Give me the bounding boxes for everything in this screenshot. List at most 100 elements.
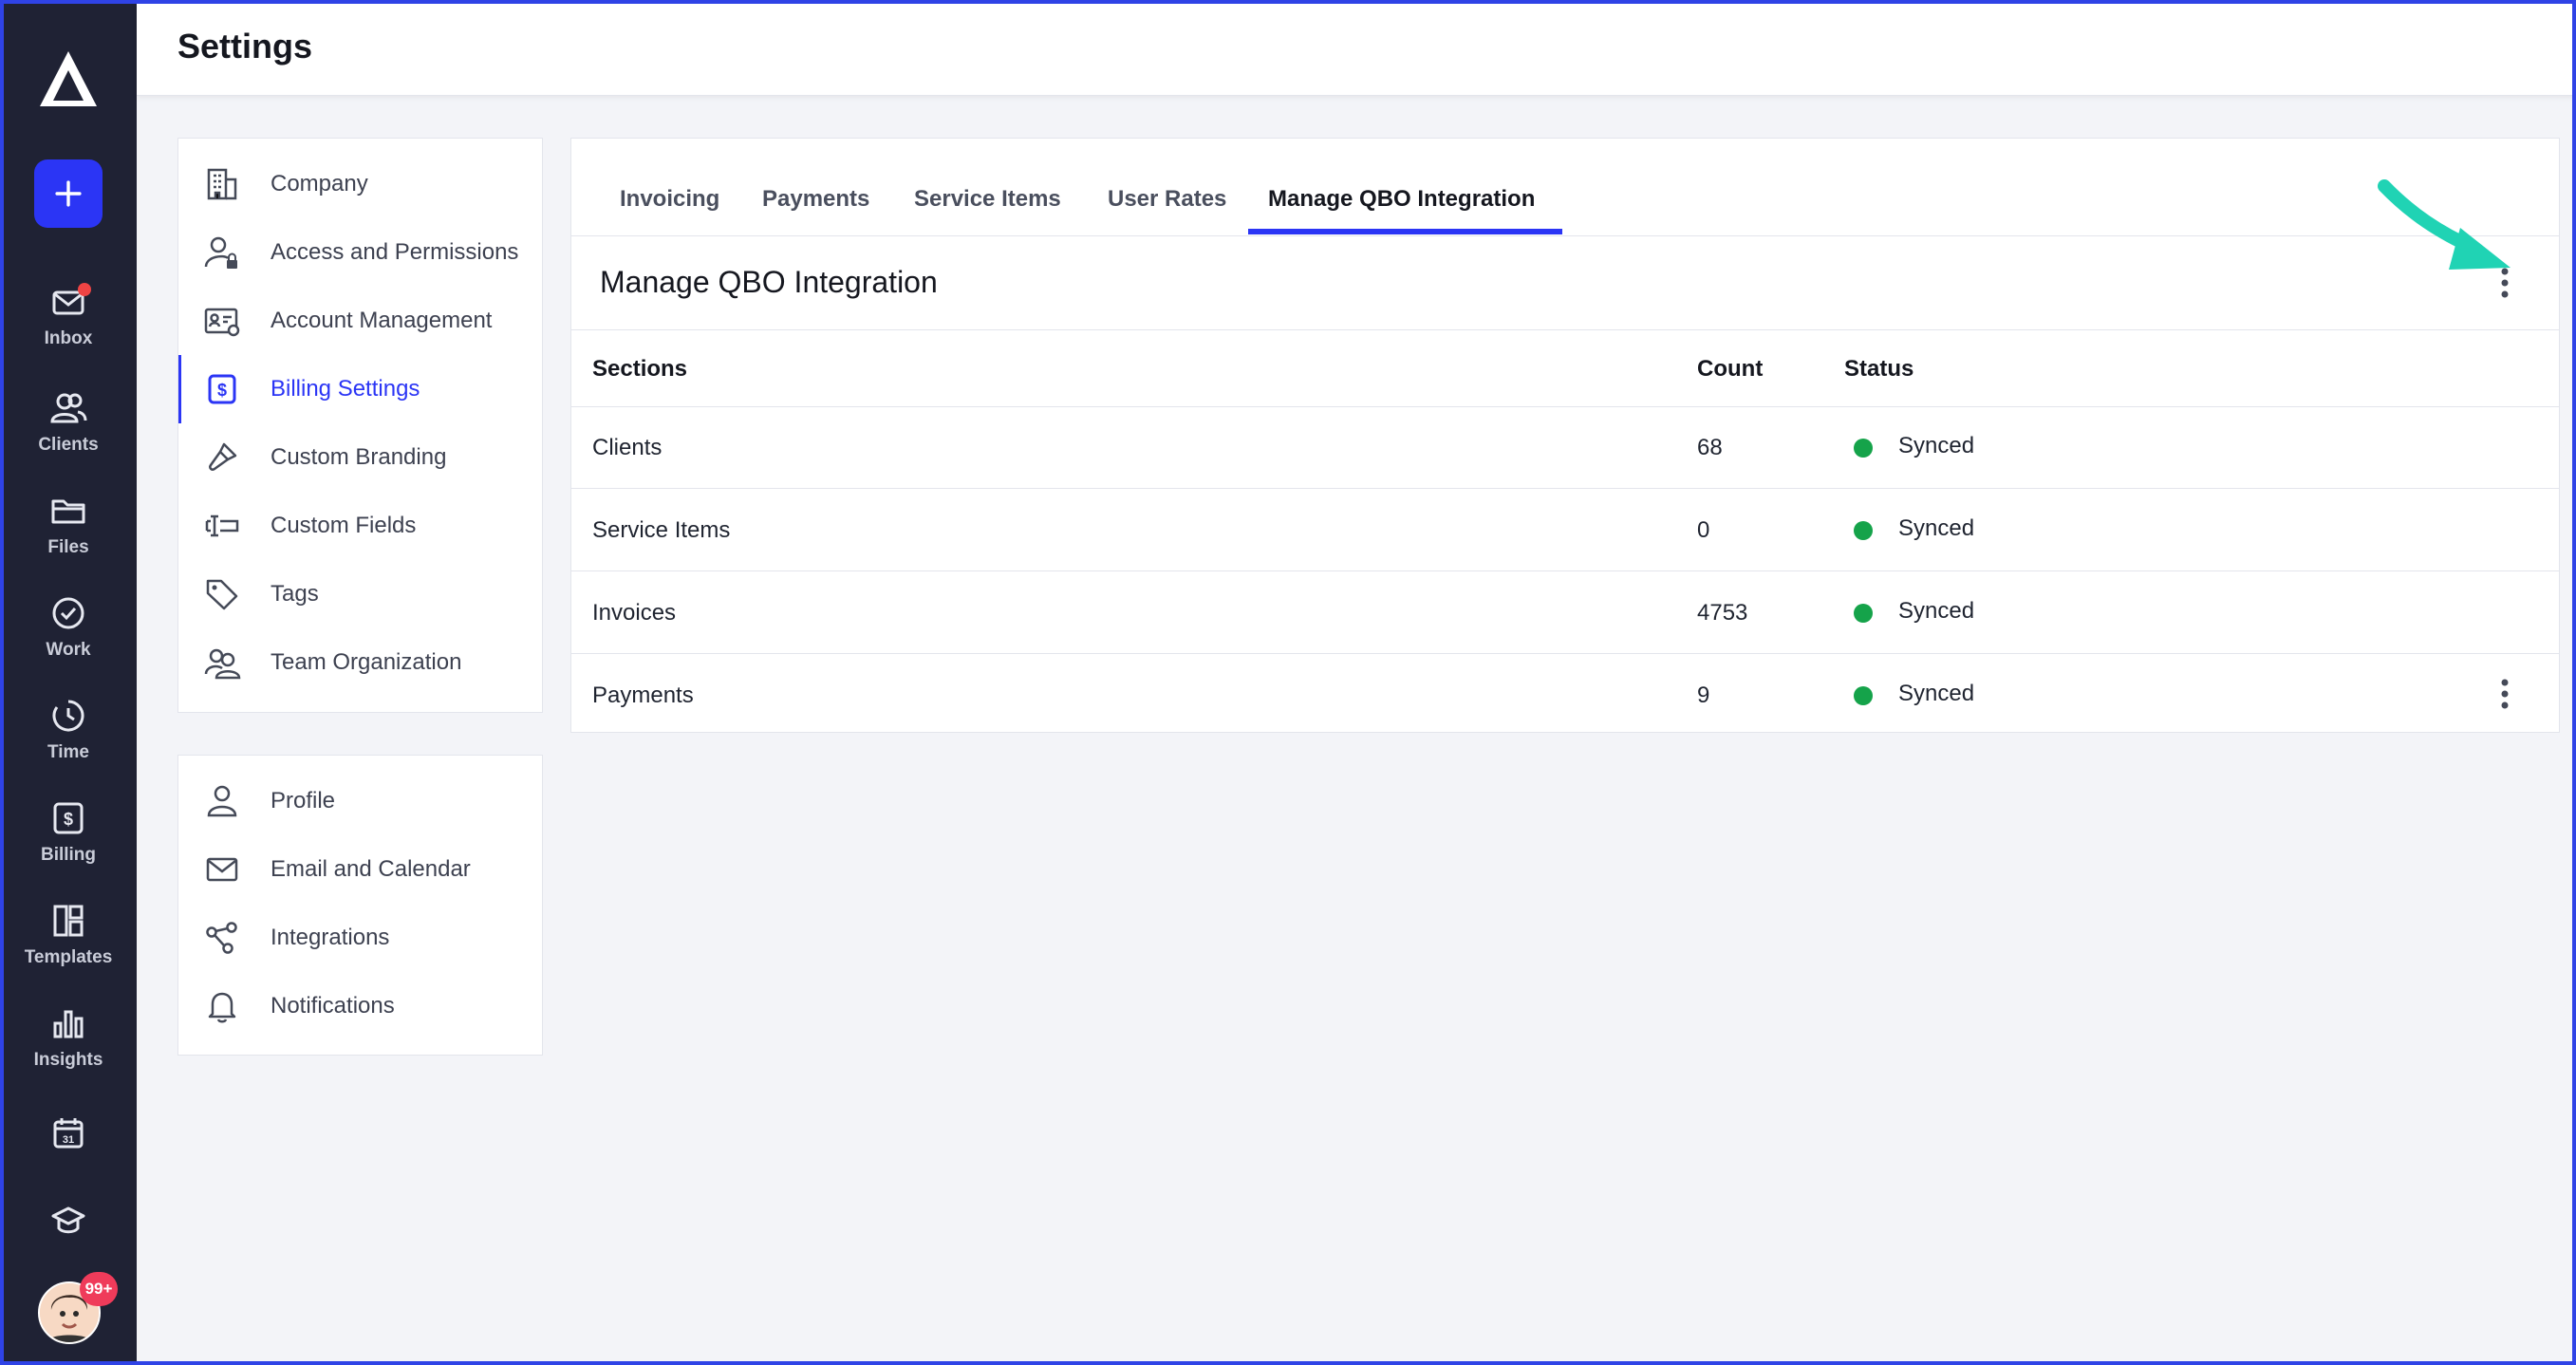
table-row[interactable]: Payments 9 Synced [571,654,2559,736]
nav-label: Billing Settings [271,376,420,402]
user-icon [207,785,237,817]
dollar-square-icon: $ [53,802,84,834]
tag-icon [206,579,238,610]
rail-item-templates[interactable]: Templates [0,902,137,968]
unread-dot [78,283,91,296]
text-field-icon [205,514,239,537]
notification-count-badge: 99+ [80,1272,118,1306]
rail-label: Inbox [44,328,93,348]
bell-icon [208,992,236,1023]
annotation-arrow-icon [2378,179,2511,270]
rail-item-billing[interactable]: $ Billing [0,799,137,866]
rail-item-inbox[interactable]: Inbox [0,283,137,349]
rail-item-work[interactable]: Work [0,594,137,661]
tab-payments[interactable]: Payments [762,186,869,213]
mail-icon [49,283,91,321]
graduation-cap-icon [51,1206,85,1234]
nav-label: Custom Fields [271,513,417,538]
qbo-integration-panel: Invoicing Payments Service Items User Ra… [570,138,2560,733]
row-section: Payments [592,682,694,708]
nav-label: Custom Branding [271,444,447,470]
svg-text:31: 31 [63,1134,74,1146]
row-section: Clients [592,435,663,460]
rail-item-insights[interactable]: Insights [0,1004,137,1071]
settings-nav-group-2: Profile Email and Calendar Integrations … [177,755,543,1056]
settings-nav-group-1: Company Access and Permissions Account M… [177,138,543,713]
row-options-button[interactable] [2486,675,2524,713]
check-circle-icon [52,597,84,629]
table-row[interactable]: Invoices 4753 Synced [571,571,2559,654]
row-section: Service Items [592,517,731,543]
nav-label: Company [271,171,368,196]
rail-item-files[interactable]: Files [0,492,137,558]
nav-label: Integrations [271,925,390,950]
table-row[interactable]: Service Items 0 Synced [571,489,2559,571]
rail-item-calendar[interactable]: 31 [0,1114,137,1152]
team-icon [204,648,241,680]
nav-label: Access and Permissions [271,239,519,265]
table-header: Sections Count Status [571,329,2559,407]
nav-label: Email and Calendar [271,856,471,882]
tab-service-items[interactable]: Service Items [914,186,1061,213]
rail-label: Clients [38,435,99,455]
row-count: 68 [1697,435,1723,460]
id-card-gear-icon [204,308,240,337]
rail-label: Time [47,742,89,762]
nav-item-tags[interactable]: Tags [178,560,542,628]
bar-chart-icon [53,1010,84,1038]
rail-label: Work [46,640,91,660]
tab-manage-qbo-integration[interactable]: Manage QBO Integration [1268,186,1535,213]
table-row[interactable]: Clients 68 Synced [571,406,2559,489]
synced-status-dot [1854,439,1873,458]
row-status: Synced [1898,598,1975,624]
page-title: Settings [177,27,313,65]
billing-tabs: Invoicing Payments Service Items User Ra… [571,139,2559,236]
synced-status-dot [1854,686,1873,705]
rail-label: Templates [24,947,113,967]
paint-brush-icon [209,442,237,471]
nav-item-company[interactable]: Company [178,150,542,218]
tab-user-rates[interactable]: User Rates [1108,186,1226,213]
row-count: 9 [1697,682,1710,708]
nav-label: Team Organization [271,649,462,675]
rail-item-clients[interactable]: Clients [0,389,137,456]
row-section: Invoices [592,600,677,626]
nav-item-email-calendar[interactable]: Email and Calendar [178,835,542,904]
nav-item-team-organization[interactable]: Team Organization [178,628,542,697]
envelope-icon [206,857,238,882]
users-icon [50,393,87,423]
nav-item-account-management[interactable]: Account Management [178,287,542,355]
folder-icon [51,499,85,524]
row-count: 0 [1697,517,1710,543]
active-tab-indicator [1248,229,1562,234]
building-icon [207,168,237,200]
user-lock-icon [204,236,237,269]
calendar-icon: 31 [53,1118,84,1149]
nav-item-billing-settings[interactable]: $ Billing Settings [178,355,542,423]
rail-item-time[interactable]: Time [0,697,137,763]
app-rail: Inbox Clients Files Work Time $ Billing … [0,0,137,1365]
nav-item-custom-branding[interactable]: Custom Branding [178,423,542,492]
app-logo[interactable] [34,47,103,110]
nav-item-notifications[interactable]: Notifications [178,972,542,1040]
top-header: Settings [137,0,2576,96]
synced-status-dot [1854,604,1873,623]
rail-label: Billing [40,845,97,865]
nav-item-custom-fields[interactable]: Custom Fields [178,492,542,560]
nav-label: Notifications [271,993,395,1019]
nav-label: Account Management [271,308,493,333]
svg-text:$: $ [217,381,227,400]
tab-invoicing[interactable]: Invoicing [620,186,719,213]
nav-item-access-permissions[interactable]: Access and Permissions [178,218,542,287]
column-header-count: Count [1697,356,1764,382]
synced-status-dot [1854,521,1873,540]
rail-item-academy[interactable] [0,1202,137,1240]
row-count: 4753 [1697,600,1748,626]
svg-text:$: $ [64,810,73,829]
column-header-status: Status [1844,356,1914,382]
nav-item-profile[interactable]: Profile [178,767,542,835]
section-title: Manage QBO Integration [600,265,938,299]
kebab-menu-icon [2501,679,2509,709]
nav-item-integrations[interactable]: Integrations [178,904,542,972]
create-new-button[interactable] [34,159,103,228]
